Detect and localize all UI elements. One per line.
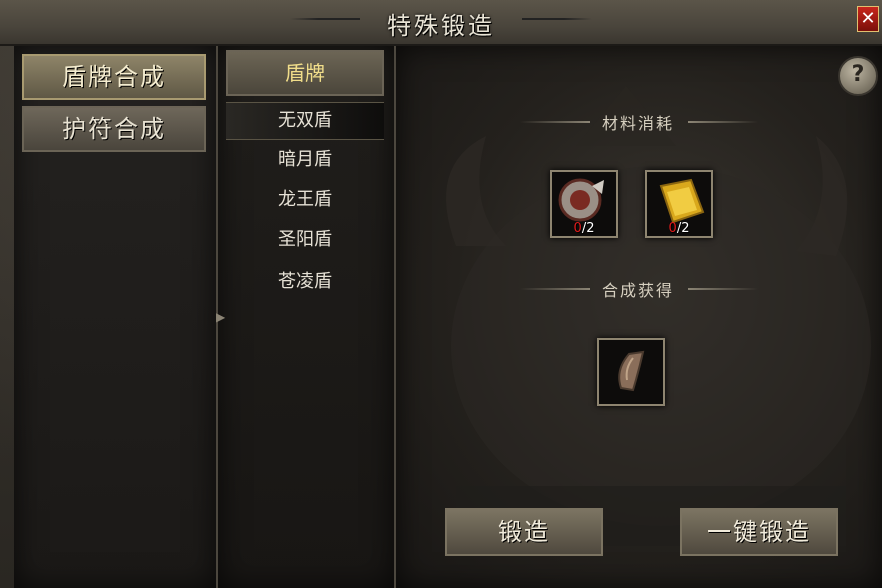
list-item-longwang-shield[interactable]: 龙王盾 — [226, 182, 384, 218]
forge-window: 特殊锻造 ✕ 盾牌合成 护符合成 盾牌 » 无双盾 暗月盾 龙王盾 圣阳盾 苍凌… — [0, 0, 882, 588]
list-item-cangling-shield[interactable]: 苍凌盾 — [226, 264, 384, 300]
title-bar: 特殊锻造 ✕ — [0, 0, 882, 46]
close-button[interactable]: ✕ — [857, 6, 879, 32]
forge-button[interactable]: 锻造 — [445, 508, 603, 556]
list-item-anyue-shield[interactable]: 暗月盾 — [226, 142, 384, 178]
material-slot[interactable]: 0/2 — [645, 170, 713, 238]
section-ornament — [688, 121, 758, 123]
result-label: 合成获得 — [601, 281, 674, 300]
materials-label: 材料消耗 — [601, 114, 674, 133]
rock-shield-icon — [618, 350, 645, 392]
material-slot[interactable]: 0/2 — [550, 170, 618, 238]
material-count: 0/2 — [573, 221, 595, 236]
tab-amulet-synthesis[interactable]: 护符合成 — [22, 106, 206, 152]
section-ornament — [688, 288, 758, 290]
list-item-wushuang-shield[interactable]: 无双盾 — [226, 102, 384, 140]
collapse-arrow-icon[interactable]: ▶ — [216, 310, 225, 324]
title-ornament-right — [522, 18, 592, 20]
forge-all-button[interactable]: 一键锻造 — [680, 508, 838, 556]
material-count: 0/2 — [668, 221, 690, 236]
help-button[interactable]: ? — [838, 56, 878, 96]
list-item-shengyang-shield[interactable]: 圣阳盾 — [226, 222, 384, 258]
window-title: 特殊锻造 — [387, 12, 495, 40]
tab-shield-synthesis[interactable]: 盾牌合成 — [22, 54, 206, 100]
result-slot[interactable] — [597, 338, 665, 406]
category-header[interactable]: 盾牌 — [226, 50, 384, 96]
